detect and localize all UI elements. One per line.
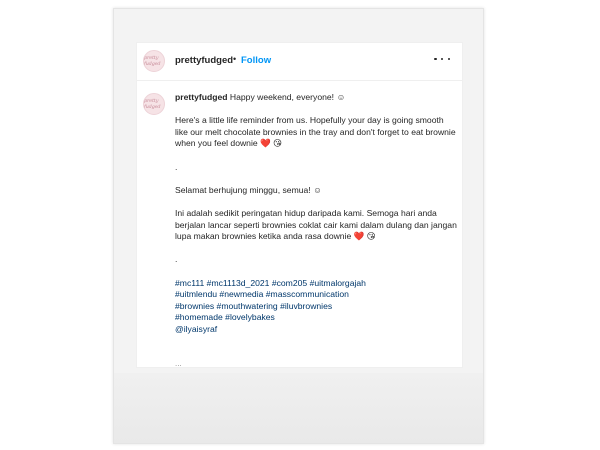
caption-paragraph-english: Here's a little life reminder from us. H… <box>175 115 456 149</box>
instagram-post: pretty fudged prettyfudged • Follow pret… <box>136 42 463 368</box>
caption-paragraph-malay-greeting: Selamat berhujung minggu, semua! ☺ <box>175 184 322 195</box>
hashtag-line[interactable]: #brownies #mouthwatering #iluvbrownies <box>175 301 457 313</box>
caption-lead: Happy weekend, everyone! ☺ <box>229 92 346 102</box>
hashtag-line[interactable]: #homemade #lovelybakes <box>175 312 457 324</box>
caption-avatar[interactable]: pretty fudged <box>143 93 165 115</box>
heart-emoji-icon: ❤️ <box>353 231 365 242</box>
caption-username[interactable]: prettyfudged <box>175 92 228 102</box>
kiss-emoji-icon: 😘 <box>273 138 283 149</box>
mention-link[interactable]: @ilyaisyraf <box>175 324 457 336</box>
heart-emoji-icon: ❤️ <box>260 138 271 149</box>
post-caption: prettyfudged Happy weekend, everyone! ☺ … <box>175 92 457 335</box>
username-link[interactable]: prettyfudged <box>175 55 233 66</box>
post-header: pretty fudged prettyfudged • Follow <box>137 43 462 81</box>
more-options-icon[interactable] <box>434 52 450 66</box>
dot-divider: . <box>175 161 178 172</box>
avatar[interactable]: pretty fudged <box>143 50 165 72</box>
kiss-emoji-icon: 😘 <box>366 231 376 242</box>
hashtag-line[interactable]: #mc111 #mc1113d_2021 #com205 #uitmalorga… <box>175 278 457 290</box>
caption-paragraph-malay: Ini adalah sedikit peringatan hidup dari… <box>175 207 457 242</box>
dot-divider: . <box>175 254 178 265</box>
hashtag-line[interactable]: #uitmlendu #newmedia #masscommunication <box>175 289 457 301</box>
follow-button[interactable]: Follow <box>241 55 271 66</box>
truncation-marker: ... <box>175 359 182 368</box>
separator-dot: • <box>233 54 237 64</box>
hashtag-block: #mc111 #mc1113d_2021 #com205 #uitmalorga… <box>175 278 457 336</box>
